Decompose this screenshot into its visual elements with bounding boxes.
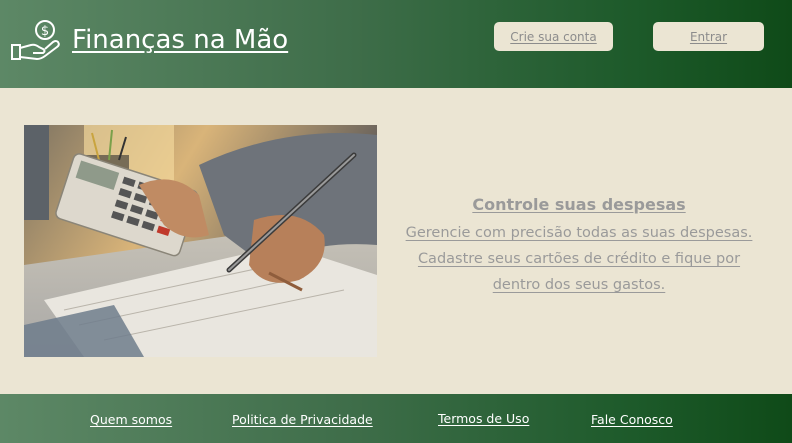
svg-text:$: $ [41, 24, 49, 39]
header: $ Finanças na Mão Crie sua conta Entrar [0, 0, 792, 88]
feature-section: Controle suas despesas Gerencie com prec… [396, 194, 762, 298]
footer-link-contact[interactable]: Fale Conosco [591, 412, 673, 427]
hero-image [24, 125, 377, 357]
brand-title[interactable]: Finanças na Mão [72, 25, 288, 55]
login-button[interactable]: Entrar [653, 22, 764, 51]
feature-description[interactable]: Gerencie com precisão todas as suas desp… [396, 220, 762, 298]
footer: Quem somos Politica de Privacidade Termo… [0, 394, 792, 443]
signup-button[interactable]: Crie sua conta [494, 22, 613, 51]
footer-link-terms[interactable]: Termos de Uso [438, 411, 529, 426]
footer-link-privacy[interactable]: Politica de Privacidade [232, 412, 373, 427]
feature-title[interactable]: Controle suas despesas [396, 194, 762, 216]
footer-link-about[interactable]: Quem somos [90, 412, 172, 427]
hand-money-icon: $ [11, 20, 60, 60]
